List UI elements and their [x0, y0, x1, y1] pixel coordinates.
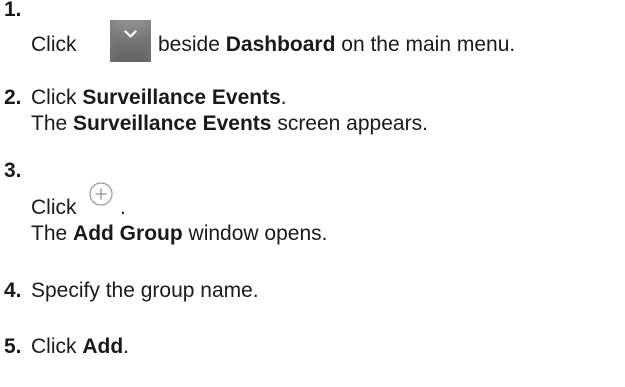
dashboard-dropdown-button[interactable]	[110, 20, 151, 62]
step-5: 5. Click Add.	[4, 334, 620, 360]
step-2: 2. Click Surveillance Events. The Surveil…	[4, 85, 620, 137]
step-number: 5.	[4, 335, 22, 358]
step-text: .	[120, 196, 126, 219]
plus-circle-icon[interactable]	[88, 181, 114, 207]
step-text: Click Surveillance Events.	[31, 86, 287, 109]
step-bold-text: Surveillance Events	[82, 86, 281, 109]
step-text: beside Dashboard on the main menu.	[158, 33, 516, 56]
step-number: 2.	[4, 86, 22, 109]
step-number: 3.	[4, 159, 22, 182]
step-text: Click	[31, 196, 77, 219]
instruction-steps: 1. Click beside Dashboard on the main me…	[0, 0, 625, 387]
step-4: 4. Specify the group name.	[4, 278, 620, 304]
step-1: 1. Click beside Dashboard on the main me…	[4, 0, 620, 64]
step-bold-text: Add Group	[73, 222, 183, 245]
step-bold-text: Dashboard	[225, 33, 336, 56]
step-text: Click	[31, 33, 77, 56]
step-number: 4.	[4, 279, 22, 302]
step-number: 1.	[4, 0, 22, 21]
chevron-down-icon	[124, 30, 137, 38]
step-1-line: Click beside Dashboard on the main menu.	[4, 20, 620, 64]
step-3-line: Click .	[4, 181, 620, 221]
step-text: Click Add.	[31, 335, 130, 358]
step-text: Specify the group name.	[31, 279, 259, 302]
step-result-text: The Add Group window opens.	[31, 222, 328, 245]
step-bold-text: Add	[82, 335, 124, 358]
step-3: 3. Click . The Add Group window opens.	[4, 159, 620, 247]
step-result-text: The Surveillance Events screen appears.	[31, 112, 428, 135]
step-bold-text: Surveillance Events	[73, 112, 272, 135]
